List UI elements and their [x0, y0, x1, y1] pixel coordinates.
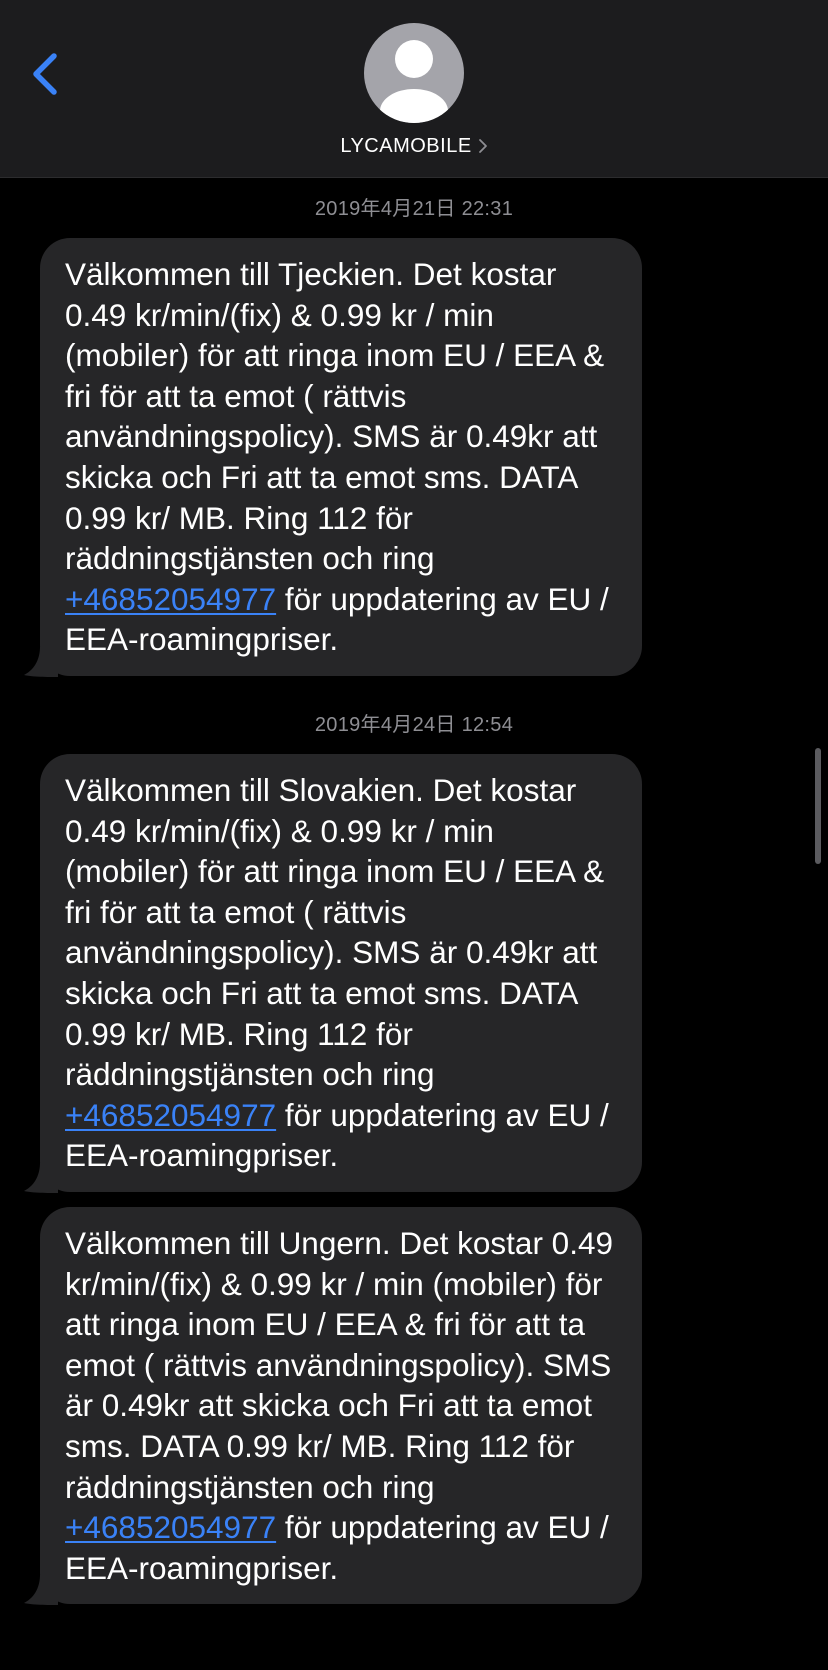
bubble-tail: [24, 1575, 58, 1606]
contact-details-button[interactable]: LYCAMOBILE: [0, 132, 828, 160]
message-text: Välkommen till Ungern. Det kostar 0.49 k…: [65, 1225, 613, 1586]
message-bubble[interactable]: Välkommen till Slovakien. Det kostar 0.4…: [24, 754, 642, 1193]
contact-avatar[interactable]: [364, 23, 464, 123]
message-bubble[interactable]: Välkommen till Ungern. Det kostar 0.49 k…: [24, 1207, 642, 1606]
message-text: Välkommen till Tjeckien. Det kostar 0.49…: [65, 256, 609, 658]
chevron-left-icon: [33, 53, 57, 95]
message-text: Välkommen till Slovakien. Det kostar 0.4…: [65, 772, 609, 1174]
bubble-tail: [24, 1162, 58, 1193]
bubble-tail: [24, 646, 58, 677]
phone-number-link[interactable]: +46852054977: [65, 581, 276, 617]
message-timestamp: 2019年4月21日 22:31: [314, 198, 514, 220]
person-icon: [380, 40, 448, 123]
phone-number-link[interactable]: +46852054977: [65, 1509, 276, 1545]
phone-number-link[interactable]: +46852054977: [65, 1097, 276, 1133]
message-bubble[interactable]: Välkommen till Tjeckien. Det kostar 0.49…: [24, 238, 642, 677]
scroll-indicator[interactable]: [815, 748, 821, 864]
conversation-header: LYCAMOBILE: [0, 0, 828, 178]
back-button[interactable]: [26, 46, 70, 102]
contact-name: LYCAMOBILE: [340, 134, 472, 157]
message-timestamp: 2019年4月24日 12:54: [314, 714, 514, 736]
chevron-right-icon: [478, 139, 487, 153]
